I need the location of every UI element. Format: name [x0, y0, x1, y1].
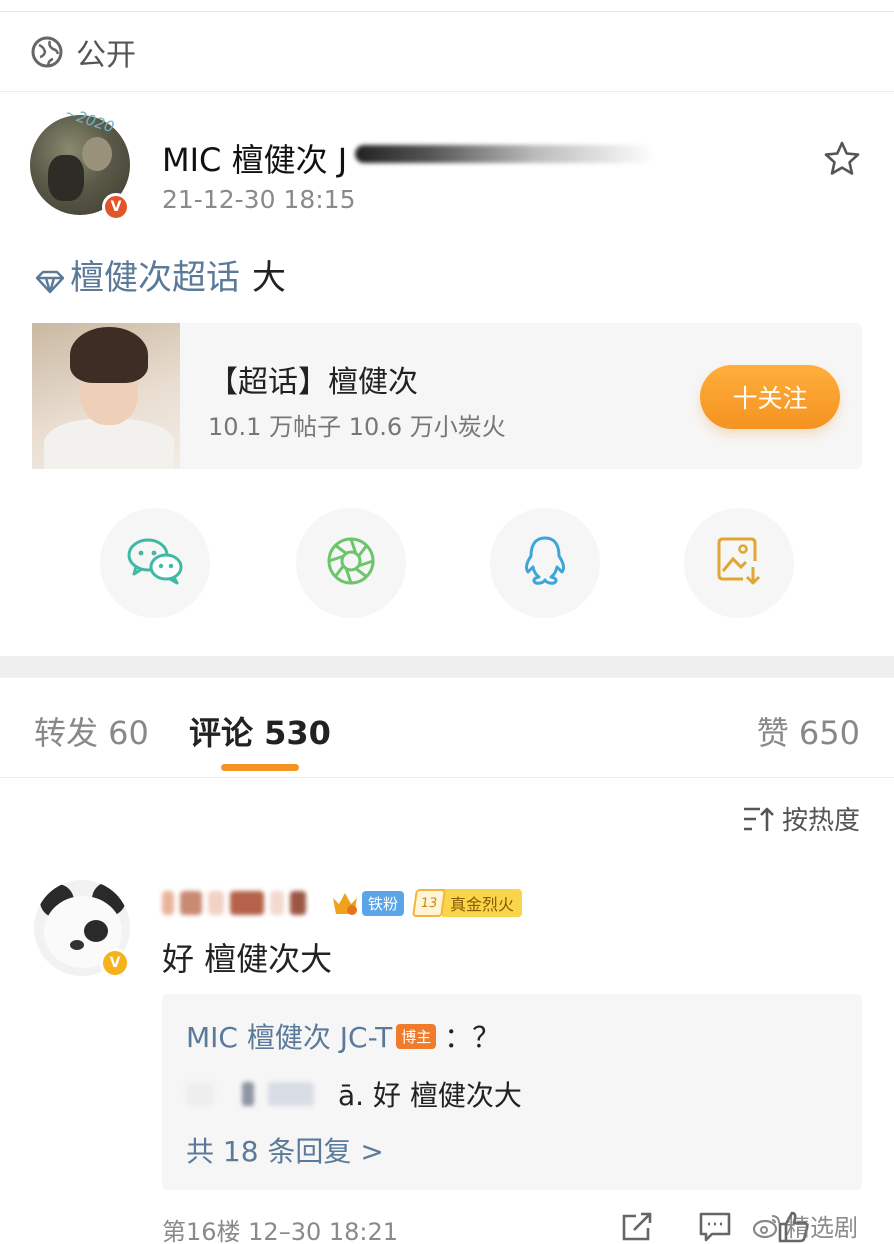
reply-quote: ā. 好 檀健次大	[186, 1074, 522, 1114]
wechat-icon	[126, 536, 184, 590]
tab-repost[interactable]: 转发 60	[34, 708, 149, 754]
share-wechat-button[interactable]	[100, 508, 210, 618]
comment-text: 好 檀健次大	[162, 940, 333, 978]
commenter-name-blurred[interactable]	[162, 889, 322, 917]
share-moments-button[interactable]	[296, 508, 406, 618]
super-topic-cover-image[interactable]	[32, 323, 180, 469]
fan-level-badge[interactable]: 13 真金烈火	[412, 889, 523, 917]
blurred-name-suffix	[355, 145, 655, 163]
view-more-replies-link[interactable]: 共 18 条回复 >	[186, 1130, 384, 1170]
share-row	[100, 508, 800, 620]
tab-comments[interactable]: 评论 530	[189, 708, 331, 754]
super-topic-link[interactable]: 檀健次超话	[70, 250, 240, 299]
weibo-logo-icon	[752, 1213, 782, 1239]
blurred-quote-prefix	[186, 1080, 336, 1108]
post-content: 檀健次超话 大	[34, 250, 286, 299]
quoted-text: ā. 好 檀健次大	[338, 1079, 522, 1112]
super-topic-title: 【超话】檀健次	[208, 365, 418, 400]
reply-item: MIC 檀健次 JC-T 博主 ：？	[186, 1016, 500, 1056]
super-topic-card[interactable]: 【超话】檀健次 10.1 万帖子 10.6 万小炭火 十关注	[32, 323, 862, 469]
top-divider	[0, 0, 894, 12]
crown-icon	[330, 888, 360, 918]
commenter-verified-icon: V	[100, 948, 130, 978]
active-tab-indicator	[221, 764, 299, 771]
section-divider	[0, 656, 894, 678]
fan-badge[interactable]: 铁粉	[362, 890, 405, 916]
save-image-button[interactable]	[684, 508, 794, 618]
visibility-label: 公开	[76, 37, 136, 73]
interaction-tabs: 转发 60 评论 530 赞 650	[0, 678, 894, 778]
tab-likes[interactable]: 赞 650	[757, 708, 860, 754]
favorite-star-icon[interactable]	[822, 139, 862, 179]
watermark: 精选剧	[752, 1208, 858, 1243]
reply-comment-icon[interactable]	[698, 1210, 732, 1244]
sort-icon	[742, 805, 774, 833]
super-topic-stats: 10.1 万帖子 10.6 万小炭火	[208, 413, 506, 441]
share-qq-button[interactable]	[490, 508, 600, 618]
qq-icon	[520, 534, 570, 592]
author-name[interactable]: MIC 檀健次 J	[162, 135, 347, 181]
reply-preview[interactable]: MIC 檀健次 JC-T 博主 ：？ ā. 好 檀健次大 共 18 条回复 >	[162, 994, 862, 1190]
follow-button[interactable]: 十关注	[700, 365, 840, 429]
globe-icon	[30, 35, 64, 69]
super-topic-diamond-icon	[34, 263, 66, 293]
fan-level-title: 真金烈火	[442, 889, 523, 917]
moments-icon	[325, 535, 377, 591]
reply-text: ：？	[444, 1021, 501, 1054]
comment-meta: 第16楼 12–30 18:21	[162, 1218, 399, 1244]
sort-label: 按热度	[781, 806, 860, 836]
blogger-badge: 博主	[396, 1023, 437, 1049]
reply-author-name[interactable]: MIC 檀健次 JC-T	[186, 1016, 392, 1056]
sort-by-hot-button[interactable]: 按热度	[742, 800, 860, 837]
post-timestamp: 21-12-30 18:15	[162, 185, 356, 214]
commenter-info: 铁粉 13 真金烈火	[162, 886, 523, 920]
post-text: 大	[252, 258, 286, 298]
post-author: ~2020 V MIC 檀健次 J 21-12-30 18:15	[30, 104, 870, 225]
visibility-bar: 公开	[0, 12, 894, 92]
watermark-text: 精选剧	[786, 1214, 858, 1242]
fan-level-number: 13	[412, 889, 446, 917]
share-comment-icon[interactable]	[620, 1210, 654, 1244]
save-image-icon	[715, 535, 763, 591]
verified-badge-icon: V	[102, 193, 130, 221]
